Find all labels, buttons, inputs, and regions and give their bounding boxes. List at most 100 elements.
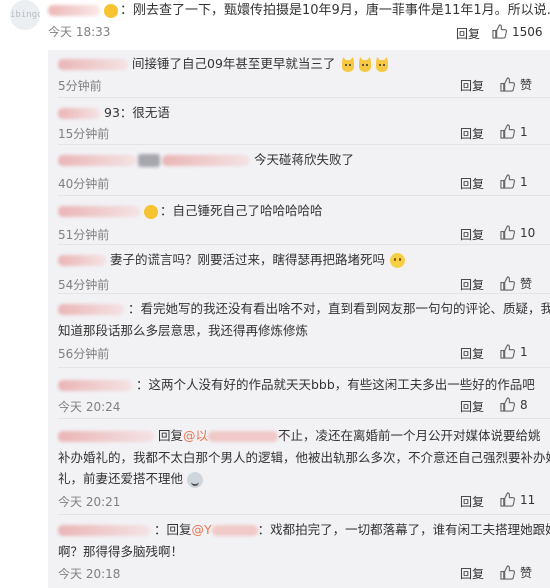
thumbs-up-icon: [500, 124, 515, 139]
like-count: 赞: [520, 78, 533, 92]
username-blurred[interactable]: [58, 155, 136, 166]
reply-text-continued: 啊？那得得多脑残啊！: [58, 544, 184, 559]
reply-text-continued: 知道那段话那么多层意思，我还得再修炼修炼: [58, 323, 309, 338]
username-blurred[interactable]: [58, 206, 140, 217]
reply-text: 今天碰蒋欣失败了: [58, 150, 354, 170]
smile-emoji-icon: [390, 253, 405, 268]
like-button[interactable]: 1: [500, 344, 528, 359]
reply-list: 间接锤了自己09年甚至更早就当三了 5分钟前 回复 赞 93：很无语 15分钟前…: [48, 50, 550, 588]
like-button[interactable]: 8: [500, 397, 528, 412]
reply-time: 今天 20:24: [58, 400, 121, 414]
reply-button[interactable]: 回复: [460, 398, 484, 415]
username-blurred[interactable]: [48, 5, 100, 16]
reply-text: ：这两个人没有好的作品就天天bbb，有些这闲工夫多出一些好的作品吧: [58, 375, 535, 395]
list-item: 回复@以 不止，凌还在离婚前一个月公开对媒体说要给姚 补办婚礼的，我都不太白那个男…: [48, 419, 550, 515]
thumbs-up-icon: [500, 397, 515, 412]
username-blurred[interactable]: [58, 304, 124, 315]
thumbs-up-icon: [500, 565, 515, 580]
cat-emoji-icon: [374, 57, 390, 72]
avatar[interactable]: ibingo: [10, 0, 40, 30]
like-count: 11: [520, 492, 536, 507]
reply-button[interactable]: 回复: [460, 565, 484, 582]
list-item: ：看完她写的我还没有看出啥不对，直到看到网友那一句句的评论、质疑，我才 知道那段…: [48, 294, 550, 362]
comment-time: 今天 18:33: [48, 25, 111, 39]
username-blurred[interactable]: [58, 431, 154, 442]
reply-button[interactable]: 回复: [460, 226, 484, 243]
vip-badge-icon: [144, 204, 158, 219]
like-count: 8: [520, 397, 528, 412]
reply-button[interactable]: 回复: [460, 276, 484, 293]
list-item: ：这两个人没有好的作品就天天bbb，有些这闲工夫多出一些好的作品吧 今天 20:…: [48, 368, 550, 418]
thumbs-up-icon: [500, 77, 515, 92]
username-blurred[interactable]: [58, 255, 106, 266]
mention-link[interactable]: @以: [183, 428, 279, 443]
list-item: 93：很无语 15分钟前 回复 1: [48, 98, 550, 144]
reply-button[interactable]: 回复: [460, 125, 484, 142]
parent-comment-text: ：刚去查了一下，甄嬛传拍摄是10年9月，唐一菲事件是11年1月。所以说……: [48, 1, 550, 21]
list-item: 妻子的谎言吗？刚要活过来，瞎得瑟再把路堵死吗 54分钟前 回复 赞: [48, 245, 550, 293]
reply-button[interactable]: 回复: [460, 77, 484, 94]
thumbs-up-icon: [500, 276, 515, 291]
like-button[interactable]: 赞: [500, 564, 532, 581]
thumbs-up-icon: [500, 492, 515, 507]
like-count: 1: [520, 174, 528, 189]
reply-text: ：回复@Y ：戏都拍完了，一切都落幕了，谁有闲工夫搭理她跟她撕: [58, 520, 550, 540]
username-blurred: [162, 155, 250, 166]
reply-time: 40分钟前: [58, 177, 110, 191]
like-button[interactable]: 10: [500, 225, 535, 240]
like-count: 1: [520, 344, 528, 359]
reply-button[interactable]: 回复: [460, 345, 484, 362]
username-blurred[interactable]: [58, 380, 132, 391]
vip-badge-icon: [104, 3, 118, 18]
reply-text: 回复@以 不止，凌还在离婚前一个月公开对媒体说要给姚: [58, 426, 541, 446]
reply-button[interactable]: 回复: [460, 493, 484, 510]
reply-time: 今天 20:18: [58, 567, 121, 581]
thumbs-up-icon: [500, 225, 515, 240]
username-blurred[interactable]: [58, 59, 128, 70]
like-count: 赞: [520, 277, 533, 291]
username-blurred[interactable]: [58, 108, 100, 119]
reply-time: 15分钟前: [58, 127, 110, 141]
avatar-text: ibingo: [10, 10, 40, 20]
reply-button[interactable]: 回复: [456, 25, 480, 42]
like-button[interactable]: 1: [500, 174, 528, 189]
reply-time: 今天 20:21: [58, 495, 121, 509]
reply-text: ：自己锤死自己了哈哈哈哈哈: [58, 201, 323, 221]
like-count: 1506: [512, 24, 543, 39]
comments-page: ibingo ：刚去查了一下，甄嬛传拍摄是10年9月，唐一菲事件是11年1月。所…: [0, 0, 550, 588]
like-button[interactable]: 11: [500, 492, 535, 507]
reply-text: ：看完她写的我还没有看出啥不对，直到看到网友那一句句的评论、质疑，我才: [58, 299, 550, 319]
username-blurred[interactable]: [58, 525, 150, 536]
list-item: ：回复@Y ：戏都拍完了，一切都落幕了，谁有闲工夫搭理她跟她撕 啊？那得得多脑残啊…: [48, 515, 550, 588]
list-item: 今天碰蒋欣失败了 40分钟前 回复 1: [48, 145, 550, 195]
cat-emoji-icon: [357, 57, 373, 72]
comment-body: ：刚去查了一下，甄嬛传拍摄是10年9月，唐一菲事件是11年1月。所以说……: [120, 3, 550, 18]
reply-button[interactable]: 回复: [460, 175, 484, 192]
reply-time: 51分钟前: [58, 228, 110, 242]
reply-text-continued: 礼，前妻还爱搭不理他: [58, 469, 203, 489]
reply-time: 5分钟前: [58, 79, 102, 93]
like-button[interactable]: 赞: [500, 76, 532, 93]
reply-time: 56分钟前: [58, 347, 110, 361]
like-button[interactable]: 1: [500, 124, 528, 139]
redaction: [138, 154, 160, 167]
list-item: ：自己锤死自己了哈哈哈哈哈 51分钟前 回复 10: [48, 196, 550, 244]
like-count: 赞: [520, 566, 533, 580]
reply-text: 妻子的谎言吗？刚要活过来，瞎得瑟再把路堵死吗: [58, 250, 405, 270]
like-button[interactable]: 赞: [500, 275, 532, 292]
face-emoji-icon: [187, 471, 203, 488]
thumbs-up-icon: [500, 344, 515, 359]
reply-text: 93：很无语: [58, 103, 170, 123]
parent-comment: ibingo ：刚去查了一下，甄嬛传拍摄是10年9月，唐一菲事件是11年1月。所…: [0, 0, 550, 44]
like-count: 1: [520, 124, 528, 139]
thumbs-up-icon: [492, 24, 507, 39]
list-item: 间接锤了自己09年甚至更早就当三了 5分钟前 回复 赞: [48, 50, 550, 97]
like-button[interactable]: 1506: [492, 24, 543, 39]
reply-text: 间接锤了自己09年甚至更早就当三了: [58, 54, 390, 74]
reply-text-continued: 补办婚礼的，我都不太白那个男人的逻辑，他被出轨那么多次，不介意还自己强烈要补办婚: [58, 450, 550, 465]
thumbs-up-icon: [500, 174, 515, 189]
reply-time: 54分钟前: [58, 278, 110, 292]
cat-emoji-icon: [340, 57, 356, 72]
mention-link[interactable]: @Y: [192, 522, 258, 537]
like-count: 10: [520, 225, 536, 240]
